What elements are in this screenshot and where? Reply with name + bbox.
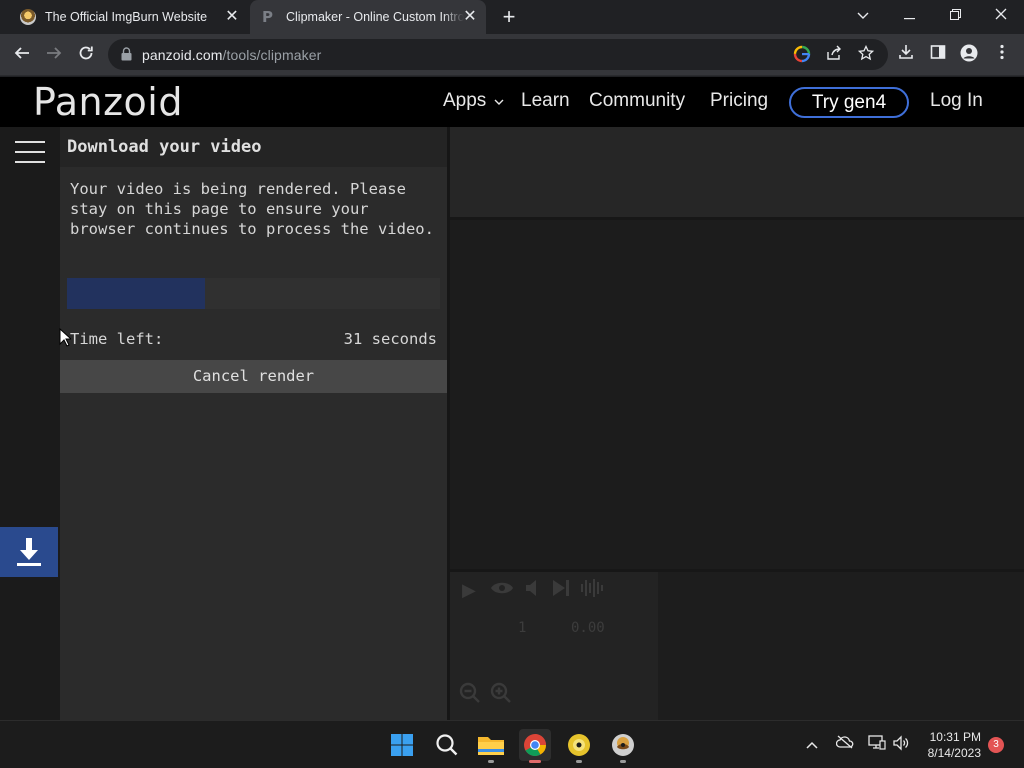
tab-title: The Official ImgBurn Website [45,10,208,24]
menu-kebab-icon[interactable] [991,44,1013,66]
download-panel: Download your video Your video is being … [60,127,447,720]
waveform-icon[interactable] [580,578,606,603]
hamburger-menu-icon[interactable] [15,141,45,163]
imgburn-favicon-icon [20,9,36,25]
taskbar-clock[interactable]: 10:31 PM 8/14/2023 [928,729,981,761]
zoom-in-icon[interactable] [490,682,512,709]
render-progress-bar [67,278,440,309]
bookmark-star-icon[interactable] [856,44,876,65]
render-message: Your video is being rendered. Please sta… [70,180,434,238]
show-hidden-icons-chevron-icon[interactable] [806,737,818,752]
panzoid-favicon-icon: P [262,8,273,26]
download-button[interactable] [0,527,58,577]
login-link[interactable]: Log In [930,90,983,112]
video-preview[interactable] [450,220,1024,569]
nav-apps[interactable]: Apps [443,90,504,112]
tab-strip: The Official ImgBurn Website ✕ P Clipmak… [0,0,1024,34]
volume-icon[interactable] [892,735,910,754]
google-lens-icon[interactable] [792,45,812,65]
render-progress-fill [67,278,205,309]
address-bar[interactable]: panzoid.com/tools/clipmaker [108,39,888,70]
imgburn-button[interactable] [607,729,639,763]
restore-button[interactable] [932,0,978,30]
nav-learn[interactable]: Learn [521,90,570,112]
panel-header: Download your video [60,127,447,167]
timeline-controls: ▶ 1 0.00 [450,572,658,720]
close-window-button[interactable] [978,0,1024,30]
cancel-render-button[interactable]: Cancel render [60,360,447,393]
network-icon[interactable] [868,735,886,754]
profile-avatar-icon[interactable] [958,44,980,66]
url-text: panzoid.com/tools/clipmaker [142,47,322,63]
volume-icon[interactable] [524,578,542,603]
timeline-track-area[interactable] [658,572,1024,720]
share-icon[interactable] [824,45,844,65]
clipmaker-app: Download your video Your video is being … [0,127,1024,720]
tab-imgburn[interactable]: The Official ImgBurn Website ✕ [8,0,248,34]
windows-logo-icon [391,734,413,756]
tab-clipmaker[interactable]: P Clipmaker - Online Custom Intro ✕ [250,0,486,34]
panel-title: Download your video [67,137,262,157]
clock-date: 8/14/2023 [927,746,981,760]
preview-header [450,127,1024,217]
frame-number: 1 [518,620,527,636]
nav-pricing[interactable]: Pricing [710,90,768,112]
start-button[interactable] [386,729,418,761]
chrome-button[interactable] [519,729,551,763]
panzoid-logo[interactable]: Panzoid [33,80,183,124]
play-icon[interactable]: ▶ [462,580,476,601]
chrome-icon [524,734,546,756]
try-gen4-button[interactable]: Try gen4 [789,87,909,118]
imgburn-icon [612,734,634,756]
time-readout: 0.00 [571,620,605,636]
back-button[interactable] [8,41,36,69]
tab-search-chevron-icon[interactable] [840,0,886,30]
download-arrow-icon [17,538,41,566]
mouse-cursor-icon [59,328,71,347]
side-panel-icon[interactable] [927,44,949,66]
zoom-out-icon[interactable] [459,682,481,709]
search-button[interactable] [431,729,463,761]
notification-badge[interactable]: 3 [988,737,1004,753]
skip-forward-icon[interactable] [550,578,572,603]
downloads-icon[interactable] [895,44,917,66]
close-tab-icon[interactable]: ✕ [224,9,240,25]
disc-app-button[interactable] [563,729,595,763]
onedrive-offline-icon[interactable] [835,735,854,752]
nav-community[interactable]: Community [589,90,685,112]
time-left-label: Time left: [70,330,164,348]
file-explorer-button[interactable] [475,729,507,763]
clock-time: 10:31 PM [929,730,981,744]
visibility-eye-icon[interactable] [490,580,514,601]
chevron-down-icon [494,99,504,105]
lock-icon [121,47,132,61]
folder-icon [478,737,504,755]
forward-button[interactable] [40,41,68,69]
site-header: Panzoid Apps Learn Community Pricing Try… [0,77,1024,127]
tab-title: Clipmaker - Online Custom Intro [286,10,464,24]
minimize-button[interactable] [886,0,932,30]
sidebar [0,127,60,720]
close-tab-icon[interactable]: ✕ [462,9,478,25]
reload-button[interactable] [72,41,100,69]
search-icon [436,734,458,756]
windows-taskbar: 10:31 PM 8/14/2023 3 [0,720,1024,768]
time-left-value: 31 seconds [343,330,437,348]
disc-icon [568,734,590,756]
browser-toolbar: panzoid.com/tools/clipmaker [0,34,1024,76]
new-tab-button[interactable]: + [498,6,520,28]
